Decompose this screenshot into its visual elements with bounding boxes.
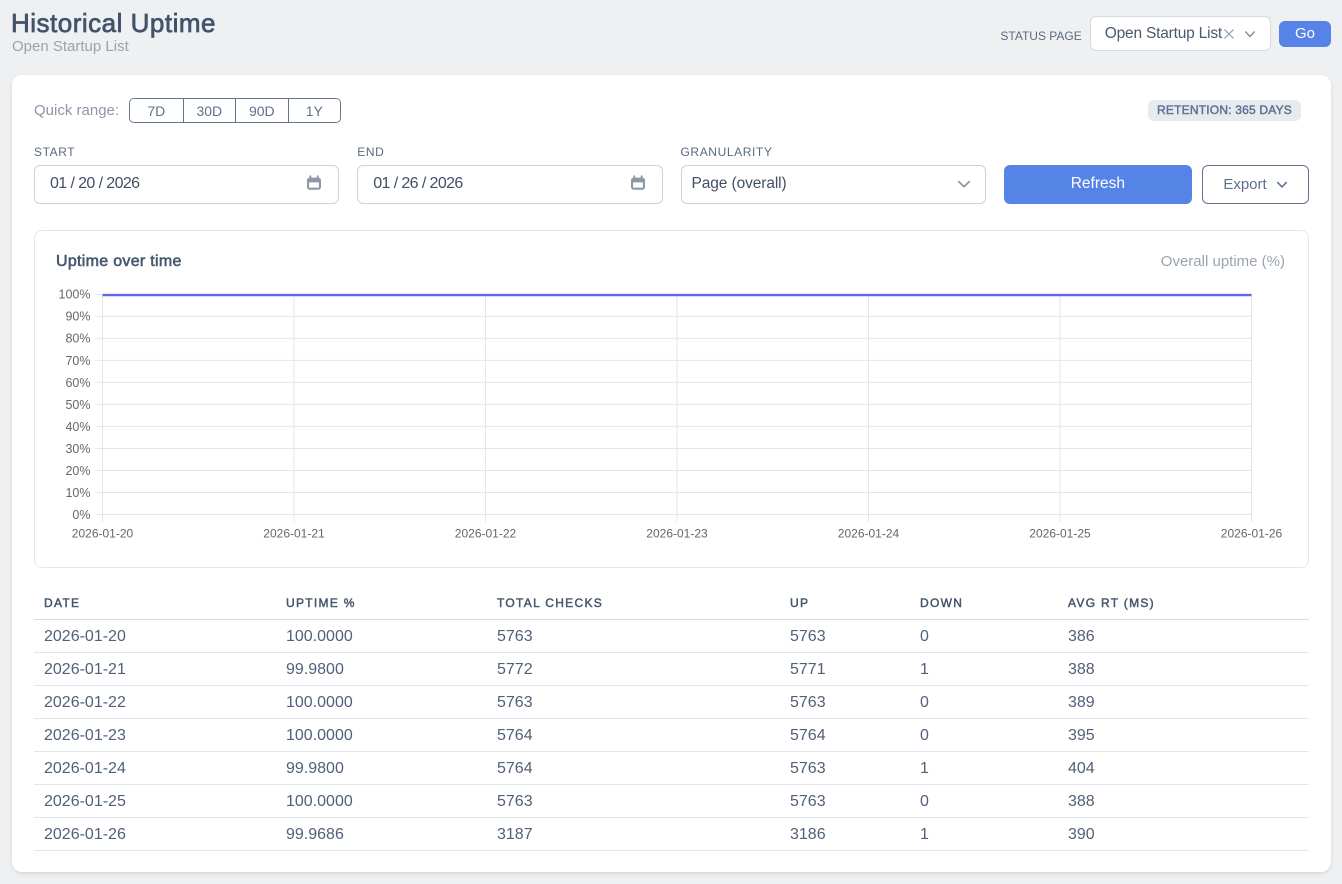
svg-text:2026-01-22: 2026-01-22	[455, 527, 517, 541]
svg-text:2026-01-24: 2026-01-24	[838, 527, 900, 541]
svg-text:2026-01-26: 2026-01-26	[1221, 527, 1283, 541]
svg-text:2026-01-25: 2026-01-25	[1029, 527, 1091, 541]
svg-text:80%: 80%	[65, 332, 90, 346]
svg-text:0%: 0%	[72, 508, 90, 522]
svg-text:2026-01-20: 2026-01-20	[72, 527, 134, 541]
svg-text:40%: 40%	[65, 420, 90, 434]
svg-text:70%: 70%	[65, 354, 90, 368]
svg-text:10%: 10%	[65, 486, 90, 500]
svg-text:2026-01-23: 2026-01-23	[646, 527, 708, 541]
svg-text:100%: 100%	[59, 288, 91, 302]
svg-text:50%: 50%	[65, 398, 90, 412]
svg-text:2026-01-21: 2026-01-21	[263, 527, 325, 541]
svg-text:90%: 90%	[65, 310, 90, 324]
svg-text:20%: 20%	[65, 464, 90, 478]
svg-text:60%: 60%	[65, 376, 90, 390]
svg-text:30%: 30%	[65, 442, 90, 456]
